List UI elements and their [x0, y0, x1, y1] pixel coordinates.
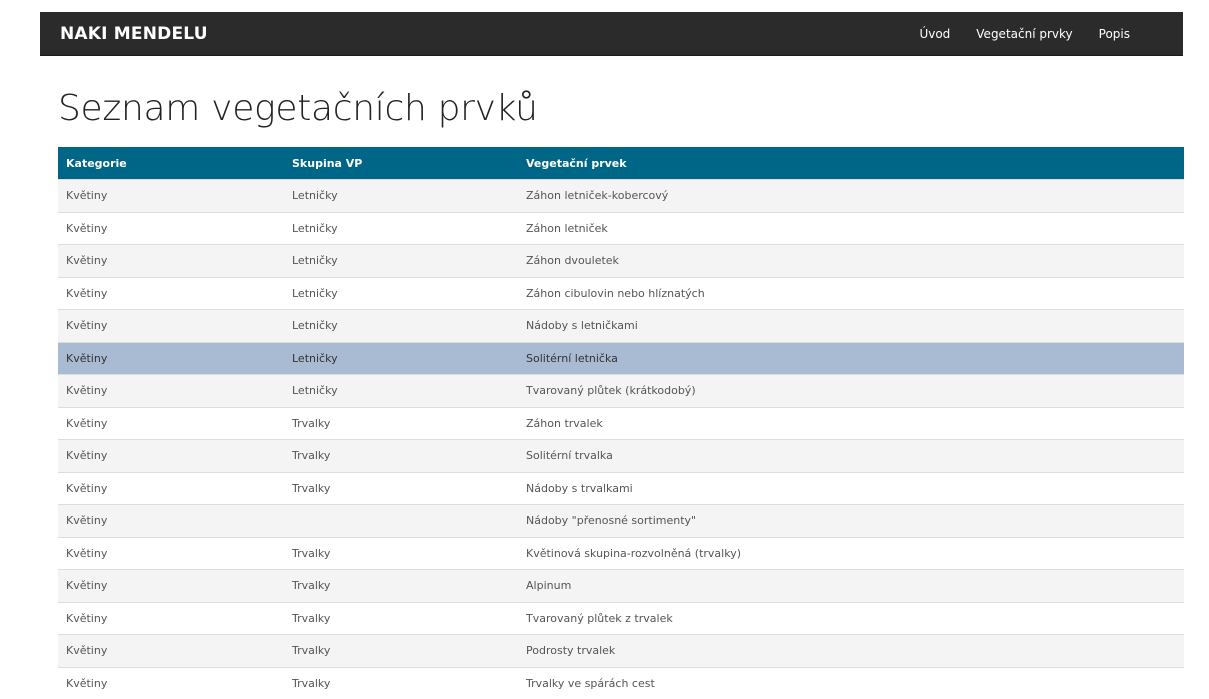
cell-kategorie: Květiny: [58, 341, 284, 375]
table-row[interactable]: Květiny Trvalky Nádoby s trvalkami: [58, 471, 1184, 505]
table-row[interactable]: Květiny Letničky Záhon cibulovin nebo hlíz…: [58, 276, 1184, 310]
cell-kategorie: Květiny: [58, 276, 284, 310]
cell-vegetacni-prvek: Záhon cibulovin nebo hlíznatých: [518, 276, 1184, 310]
table-row[interactable]: Květiny Trvalky Alpinum: [58, 569, 1184, 602]
cell-skupina-vp: Letničky: [284, 374, 518, 407]
table-row[interactable]: Květiny Trvalky Tvarovaný plůtek z trvalek: [58, 601, 1184, 635]
table-row[interactable]: Květiny Nádoby "přenosné sortimenty": [58, 504, 1184, 537]
cell-kategorie: Květiny: [58, 569, 284, 602]
nav-links: Úvod Vegetační prvky Popis: [906, 12, 1143, 56]
cell-vegetacni-prvek: Květinová skupina-rozvolněná (trvalky): [518, 536, 1184, 570]
cell-vegetacni-prvek: Nádoby s letničkami: [518, 309, 1184, 342]
cell-kategorie: Květiny: [58, 211, 284, 245]
cell-skupina-vp: [284, 504, 518, 537]
nav-link-popis[interactable]: Popis: [1086, 12, 1143, 56]
table-row[interactable]: Květiny Letničky Záhon dvouletek: [58, 244, 1184, 277]
cell-vegetacni-prvek: Záhon dvouletek: [518, 244, 1184, 277]
cell-vegetacni-prvek: Trvalky ve spárách cest: [518, 666, 1184, 699]
cell-skupina-vp: Trvalky: [284, 536, 518, 570]
cell-skupina-vp: Trvalky: [284, 406, 518, 440]
cell-skupina-vp: Trvalky: [284, 634, 518, 667]
table-row[interactable]: Květiny Letničky Záhon letniček: [58, 211, 1184, 245]
cell-kategorie: Květiny: [58, 601, 284, 635]
table-row[interactable]: Květiny Trvalky Záhon trvalek: [58, 406, 1184, 440]
vegetation-elements-table: Kategorie Skupina VP Vegetační prvek Kvě…: [58, 147, 1184, 699]
cell-kategorie: Květiny: [58, 406, 284, 440]
cell-vegetacni-prvek: Nádoby "přenosné sortimenty": [518, 504, 1184, 537]
cell-vegetacni-prvek: Záhon trvalek: [518, 406, 1184, 440]
column-header-skupina-vp[interactable]: Skupina VP: [284, 147, 518, 180]
cell-skupina-vp: Letničky: [284, 276, 518, 310]
top-navbar: NAKI MENDELU Úvod Vegetační prvky Popis: [40, 12, 1183, 56]
nav-link-uvod[interactable]: Úvod: [906, 12, 963, 56]
cell-kategorie: Květiny: [58, 179, 284, 212]
cell-vegetacni-prvek: Solitérní letnička: [518, 341, 1184, 375]
cell-skupina-vp: Letničky: [284, 309, 518, 342]
page-title: Seznam vegetačních prvků: [58, 88, 538, 129]
cell-vegetacni-prvek: Tvarovaný plůtek (krátkodobý): [518, 374, 1184, 407]
table-header-row: Kategorie Skupina VP Vegetační prvek: [58, 147, 1184, 180]
table-row[interactable]: Květiny Letničky Tvarovaný plůtek (krátkod…: [58, 374, 1184, 407]
cell-vegetacni-prvek: Solitérní trvalka: [518, 439, 1184, 472]
cell-vegetacni-prvek: Podrosty trvalek: [518, 634, 1184, 667]
column-header-vegetacni-prvek[interactable]: Vegetační prvek: [518, 147, 1184, 180]
cell-kategorie: Květiny: [58, 666, 284, 699]
cell-skupina-vp: Trvalky: [284, 471, 518, 505]
cell-vegetacni-prvek: Nádoby s trvalkami: [518, 471, 1184, 505]
table-row[interactable]: Květiny Letničky Solitérní letnička: [58, 341, 1184, 375]
table-row[interactable]: Květiny Trvalky Trvalky ve spárách cest: [58, 666, 1184, 699]
cell-kategorie: Květiny: [58, 374, 284, 407]
cell-skupina-vp: Trvalky: [284, 601, 518, 635]
cell-skupina-vp: Trvalky: [284, 439, 518, 472]
cell-skupina-vp: Letničky: [284, 244, 518, 277]
table-row[interactable]: Květiny Trvalky Podrosty trvalek: [58, 634, 1184, 667]
cell-kategorie: Květiny: [58, 471, 284, 505]
table-row[interactable]: Květiny Trvalky Solitérní trvalka: [58, 439, 1184, 472]
table-row[interactable]: Květiny Letničky Záhon letniček-kobercový: [58, 179, 1184, 212]
cell-vegetacni-prvek: Tvarovaný plůtek z trvalek: [518, 601, 1184, 635]
brand-logo[interactable]: NAKI MENDELU: [60, 12, 208, 56]
table-row[interactable]: Květiny Letničky Nádoby s letničkami: [58, 309, 1184, 342]
cell-kategorie: Květiny: [58, 244, 284, 277]
cell-skupina-vp: Letničky: [284, 179, 518, 212]
cell-vegetacni-prvek: Záhon letniček: [518, 211, 1184, 245]
cell-vegetacni-prvek: Alpinum: [518, 569, 1184, 602]
cell-skupina-vp: Trvalky: [284, 666, 518, 699]
cell-kategorie: Květiny: [58, 439, 284, 472]
nav-link-vegetacni-prvky[interactable]: Vegetační prvky: [963, 12, 1085, 56]
cell-skupina-vp: Letničky: [284, 341, 518, 375]
cell-kategorie: Květiny: [58, 634, 284, 667]
cell-kategorie: Květiny: [58, 536, 284, 570]
cell-kategorie: Květiny: [58, 504, 284, 537]
cell-kategorie: Květiny: [58, 309, 284, 342]
cell-vegetacni-prvek: Záhon letniček-kobercový: [518, 179, 1184, 212]
cell-skupina-vp: Trvalky: [284, 569, 518, 602]
column-header-kategorie[interactable]: Kategorie: [58, 147, 284, 180]
cell-skupina-vp: Letničky: [284, 211, 518, 245]
table-row[interactable]: Květiny Trvalky Květinová skupina-rozvolně…: [58, 536, 1184, 570]
